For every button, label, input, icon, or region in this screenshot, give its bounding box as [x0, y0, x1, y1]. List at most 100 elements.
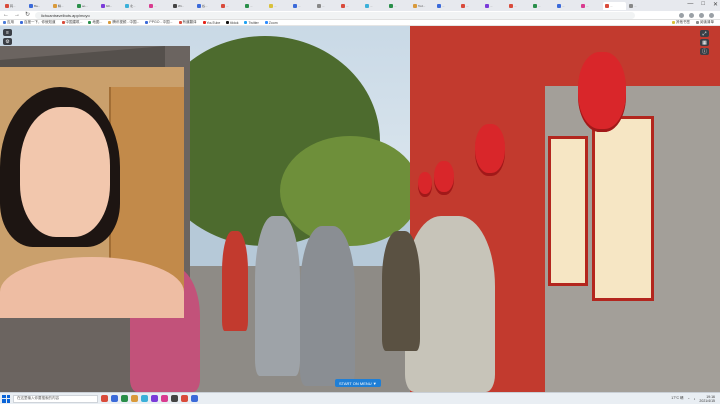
tab-label: ...	[466, 3, 469, 8]
tab-favicon-icon	[461, 3, 465, 8]
browser-tab[interactable]: ...	[147, 2, 170, 10]
browser-tab[interactable]: ...	[363, 2, 386, 10]
bookmark-item[interactable]: PPGO - 中国...	[145, 20, 173, 25]
bookmark-item[interactable]: 应用	[3, 20, 14, 25]
minimize-button[interactable]: —	[687, 1, 693, 8]
shop-window	[592, 116, 654, 301]
tab-favicon-icon	[53, 3, 57, 8]
extension-icon[interactable]	[689, 12, 694, 18]
taskbar-app-icon[interactable]	[141, 395, 148, 402]
extension-icon[interactable]	[679, 12, 684, 18]
overlay-settings-button[interactable]: ⚙	[3, 38, 12, 45]
bookmark-item[interactable]: 百度一下，你就知道	[20, 20, 56, 25]
browser-tab[interactable]: 韩...	[3, 2, 26, 10]
browser-tab[interactable]: Ba...	[27, 2, 50, 10]
taskbar-app-icon[interactable]	[161, 395, 168, 402]
taskbar-app-icon[interactable]	[171, 395, 178, 402]
taskbar-app-icon[interactable]	[131, 395, 138, 402]
shop-window	[548, 136, 588, 286]
taskbar-app-icon[interactable]	[151, 395, 158, 402]
pedestrian	[300, 226, 355, 386]
browser-tab[interactable]: ...	[459, 2, 482, 10]
browser-tab[interactable]: 谷...	[195, 2, 218, 10]
taskbar-app-icon[interactable]	[181, 395, 188, 402]
clock[interactable]: 19:16 2021/4/15	[699, 395, 715, 403]
browser-tab[interactable]: ao...	[75, 2, 98, 10]
taskbar-app-icon[interactable]	[121, 395, 128, 402]
tab-favicon-icon	[341, 3, 345, 8]
tab-label: ...	[586, 3, 589, 8]
browser-tab[interactable]: ...	[435, 2, 458, 10]
browser-tab[interactable]: ...	[555, 2, 578, 10]
bookmark-item[interactable]: 腾讯视频 - 中国...	[108, 20, 139, 25]
url-input[interactable]: lichuantravelbots.app/moyo	[35, 11, 636, 19]
browser-tab[interactable]: Wi...	[171, 2, 194, 10]
bookmark-item[interactable]: Twitter	[244, 21, 259, 25]
pedestrian	[255, 216, 300, 376]
weather-label: 17°C 晴	[671, 396, 684, 400]
taskbar-app-icon[interactable]	[101, 395, 108, 402]
browser-tab[interactable]: ...	[387, 2, 410, 10]
bookmark-item[interactable]: 地图...	[88, 20, 102, 25]
taskbar-app-icon[interactable]	[111, 395, 118, 402]
overlay-info-button[interactable]: ⓘ	[700, 48, 709, 55]
back-icon[interactable]: ←	[3, 11, 9, 20]
overlay-map-button[interactable]: ▦	[700, 39, 709, 46]
tab-label: 精...	[58, 3, 64, 8]
pedestrian	[222, 231, 248, 331]
overlay-menu-button[interactable]: ≡	[3, 29, 12, 36]
profile-icon[interactable]	[699, 12, 704, 18]
bookmark-item[interactable]: 中国建筑...	[61, 20, 83, 25]
browser-tab[interactable]: 精...	[51, 2, 74, 10]
start-on-menu-button[interactable]: START ON MENU ▼	[335, 379, 381, 387]
overlay-zoom-button[interactable]: ⤢	[700, 30, 709, 37]
browser-tab[interactable]: ...	[603, 1, 626, 10]
browser-tab[interactable]: ...	[627, 2, 650, 10]
maximize-button[interactable]: □	[701, 1, 705, 8]
browser-tab-bar: 韩... Ba... 精... ao... bill... 北...... Wi... 谷..…	[0, 0, 720, 11]
taskbar-search-input[interactable]: 在这里输入你要搜索的内容	[13, 394, 98, 403]
webcam-pane	[0, 67, 184, 318]
bookmark-item[interactable]: 阅读清单	[696, 20, 714, 25]
tab-favicon-icon	[197, 3, 201, 8]
taskbar-app-icon[interactable]	[191, 395, 198, 402]
tab-favicon-icon	[509, 3, 513, 8]
tab-label: bill...	[106, 3, 113, 8]
bookmark-icon	[3, 21, 6, 24]
wifi-icon[interactable]: ◔	[688, 397, 690, 401]
browser-tab[interactable]: ...	[507, 2, 530, 10]
bookmark-item[interactable]: 其他书签	[672, 20, 690, 25]
forward-icon[interactable]: →	[14, 11, 20, 20]
bookmark-item[interactable]: Zoom	[264, 21, 278, 25]
browser-tab[interactable]: ...	[579, 2, 602, 10]
red-lantern	[578, 52, 626, 132]
browser-tab[interactable]: ...	[219, 2, 242, 10]
bookmark-icon	[145, 21, 149, 24]
close-button[interactable]: ✕	[713, 1, 718, 8]
volume-icon[interactable]: ♪	[694, 397, 696, 401]
tree	[280, 136, 420, 246]
bookmark-icon	[696, 21, 699, 24]
browser-tab[interactable]: ...	[267, 2, 290, 10]
tab-favicon-icon	[101, 3, 105, 8]
browser-tab[interactable]: ...	[315, 2, 338, 10]
bookmark-item[interactable]: 有道翻译	[178, 20, 197, 25]
bookmark-label: 中国建筑...	[65, 20, 83, 24]
menu-icon[interactable]	[709, 12, 714, 18]
windows-start-icon[interactable]	[2, 394, 10, 403]
browser-tab[interactable]: Tod...	[411, 2, 434, 10]
browser-tab[interactable]: ...	[243, 2, 266, 10]
bookmark-item[interactable]: YouTube	[202, 21, 220, 25]
reload-icon[interactable]: ↻	[25, 11, 30, 20]
browser-tab[interactable]: bill...	[99, 2, 122, 10]
browser-tab[interactable]: ...	[339, 2, 362, 10]
tab-label: ...	[274, 3, 277, 8]
browser-tab[interactable]: ...	[531, 2, 554, 10]
bookmark-item[interactable]: tiktok	[226, 21, 238, 25]
tab-label: ...	[634, 3, 637, 8]
browser-tab[interactable]: 北...	[123, 2, 146, 10]
browser-tab[interactable]: ...	[291, 2, 314, 10]
bookmark-label: 百度一下，你就知道	[24, 20, 56, 24]
tab-label: ...	[322, 3, 325, 8]
browser-tab[interactable]: ...	[483, 2, 506, 10]
